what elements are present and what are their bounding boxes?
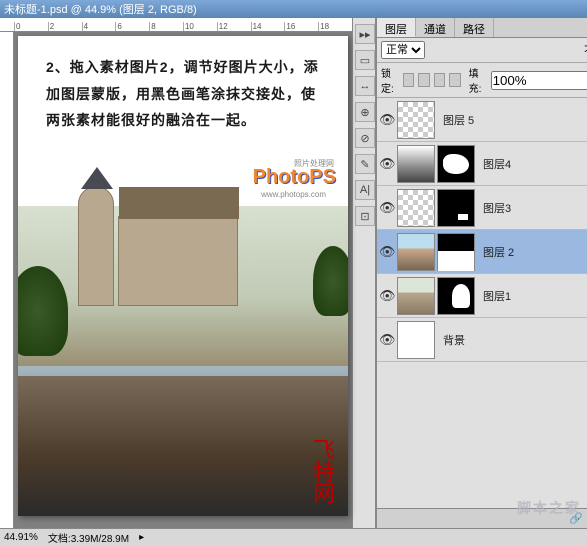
site-watermark: 脚本之家 bbox=[517, 498, 581, 518]
canvas[interactable]: 2、拖入素材图片2，调节好图片大小，添加图层蒙版，用黑色画笔涂抹交接处，使两张素… bbox=[14, 32, 352, 528]
lock-position-icon[interactable] bbox=[434, 73, 445, 87]
blend-mode-select[interactable]: 正常 bbox=[381, 41, 425, 59]
visibility-toggle[interactable]: 👁 bbox=[379, 332, 395, 348]
arrange-icon[interactable]: ▸▸ bbox=[355, 24, 375, 44]
lock-pixels-icon[interactable] bbox=[418, 73, 429, 87]
mask-thumbnail[interactable] bbox=[437, 233, 475, 271]
fill-label: 填充: bbox=[469, 65, 487, 95]
rect-icon[interactable]: ⊡ bbox=[355, 206, 375, 226]
layer-row[interactable]: 👁 图层3 bbox=[377, 186, 587, 230]
lock-transparency-icon[interactable] bbox=[403, 73, 414, 87]
zoom-level[interactable]: 44.91% bbox=[4, 532, 38, 543]
move-icon[interactable]: ↔ bbox=[355, 76, 375, 96]
ruler-vertical bbox=[0, 32, 14, 528]
mask-thumbnail[interactable] bbox=[437, 189, 475, 227]
visibility-toggle[interactable]: 👁 bbox=[379, 288, 395, 304]
brush-icon[interactable]: ✎ bbox=[355, 154, 375, 174]
layer-list: 👁 图层 5 👁 图层4 👁 图层3 👁 图层 2 bbox=[377, 98, 587, 508]
info-arrow-icon[interactable]: ▸ bbox=[139, 532, 144, 543]
layer-row[interactable]: 👁 图层 2 bbox=[377, 230, 587, 274]
photops-logo: PhotoPS bbox=[253, 166, 336, 189]
text-icon[interactable]: A| bbox=[355, 180, 375, 200]
layer-thumbnail[interactable] bbox=[397, 233, 435, 271]
layer-name[interactable]: 图层3 bbox=[477, 200, 511, 216]
instruction-text: 2、拖入素材图片2，调节好图片大小，添加图层蒙版，用黑色画笔涂抹交接处，使两张素… bbox=[18, 36, 348, 140]
layer-thumbnail[interactable] bbox=[397, 277, 435, 315]
layer-row[interactable]: 👁 图层 5 bbox=[377, 98, 587, 142]
visibility-toggle[interactable]: 👁 bbox=[379, 244, 395, 260]
logo-url: www.photops.com bbox=[261, 190, 326, 199]
layer-thumbnail[interactable] bbox=[397, 321, 435, 359]
crop-icon[interactable]: ▭ bbox=[355, 50, 375, 70]
lock-label: 锁定: bbox=[381, 65, 399, 95]
tab-layers[interactable]: 图层 bbox=[377, 18, 416, 37]
layers-panel: 图层 通道 路径 正常 不透明度: ▸ 锁定: 填充: ▸ 👁 bbox=[376, 18, 587, 528]
doc-info: 文档:3.39M/28.9M bbox=[48, 530, 129, 545]
layer-row[interactable]: 👁 图层4 bbox=[377, 142, 587, 186]
layer-thumbnail[interactable] bbox=[397, 145, 435, 183]
layer-name[interactable]: 图层 2 bbox=[477, 244, 514, 260]
visibility-toggle[interactable]: 👁 bbox=[379, 156, 395, 172]
layer-row[interactable]: 👁 背景 🔒 bbox=[377, 318, 587, 362]
red-seal: 飞特网 bbox=[306, 438, 338, 504]
zoom-icon[interactable]: ⊕ bbox=[355, 102, 375, 122]
layer-name[interactable]: 图层4 bbox=[477, 156, 511, 172]
vertical-toolbar: ▸▸ ▭ ↔ ⊕ ⊘ ✎ A| ⊡ bbox=[352, 18, 376, 528]
canvas-zone: 024681012141618 2、拖入素材图片2，调节好图片大小，添加图层蒙版… bbox=[0, 18, 352, 528]
mask-thumbnail[interactable] bbox=[437, 145, 475, 183]
layer-name[interactable]: 图层1 bbox=[477, 288, 511, 304]
blend-row: 正常 不透明度: ▸ bbox=[377, 38, 587, 63]
artwork: 2、拖入素材图片2，调节好图片大小，添加图层蒙版，用黑色画笔涂抹交接处，使两张素… bbox=[18, 36, 348, 516]
tab-channels[interactable]: 通道 bbox=[416, 18, 455, 37]
cancel-icon[interactable]: ⊘ bbox=[355, 128, 375, 148]
layer-name[interactable]: 背景 bbox=[437, 332, 465, 348]
status-bar: 44.91% 文档:3.39M/28.9M ▸ bbox=[0, 528, 587, 546]
lock-row: 锁定: 填充: ▸ bbox=[377, 63, 587, 98]
document-title: 未标题-1.psd @ 44.9% (图层 2, RGB/8) bbox=[0, 0, 587, 18]
lock-all-icon[interactable] bbox=[449, 73, 460, 87]
layer-thumbnail[interactable] bbox=[397, 189, 435, 227]
ruler-horizontal: 024681012141618 bbox=[0, 18, 352, 32]
panel-tabs: 图层 通道 路径 bbox=[377, 18, 587, 38]
visibility-toggle[interactable]: 👁 bbox=[379, 112, 395, 128]
mask-thumbnail[interactable] bbox=[437, 277, 475, 315]
title-text: 未标题-1.psd @ 44.9% (图层 2, RGB/8) bbox=[4, 1, 197, 17]
layer-row[interactable]: 👁 图层1 bbox=[377, 274, 587, 318]
fill-input[interactable] bbox=[491, 71, 587, 90]
visibility-toggle[interactable]: 👁 bbox=[379, 200, 395, 216]
layer-name[interactable]: 图层 5 bbox=[437, 112, 474, 128]
layer-thumbnail[interactable] bbox=[397, 101, 435, 139]
composite-image bbox=[18, 206, 348, 516]
tab-paths[interactable]: 路径 bbox=[455, 18, 494, 37]
